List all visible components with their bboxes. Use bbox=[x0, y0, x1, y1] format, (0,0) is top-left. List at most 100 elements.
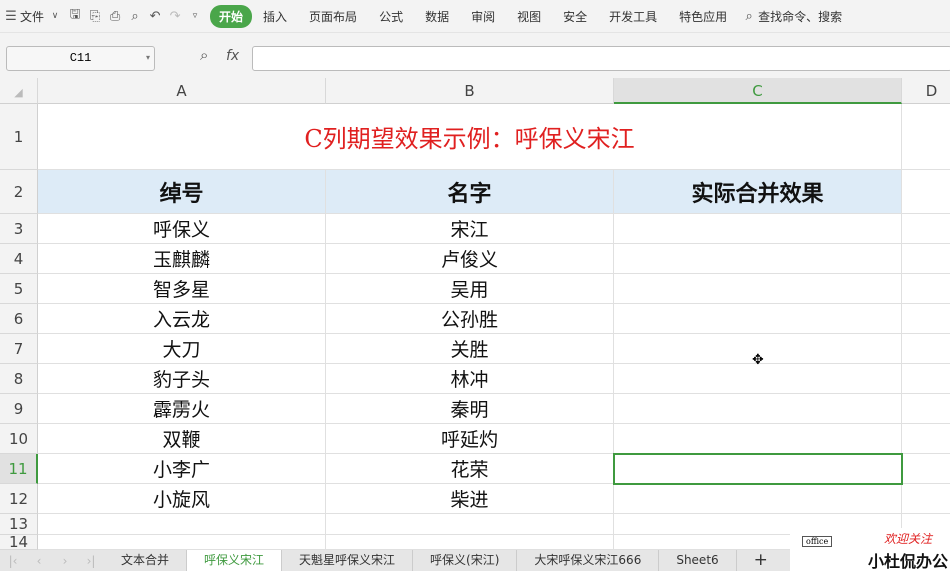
cell[interactable] bbox=[902, 304, 950, 334]
nickname-cell[interactable] bbox=[38, 514, 326, 535]
name-cell[interactable]: 花荣 bbox=[326, 454, 614, 484]
row-header[interactable]: 5 bbox=[0, 274, 38, 304]
name-cell[interactable]: 公孙胜 bbox=[326, 304, 614, 334]
chevron-down-icon[interactable]: ▾ bbox=[146, 47, 150, 70]
export-icon[interactable]: ⎘ bbox=[86, 9, 104, 24]
header-cell[interactable]: 实际合并效果 bbox=[614, 170, 902, 214]
name-box[interactable]: C11 ▾ bbox=[6, 46, 155, 71]
cell[interactable] bbox=[902, 454, 950, 484]
name-cell[interactable]: 秦明 bbox=[326, 394, 614, 424]
zoom-icon[interactable]: ⌕ bbox=[200, 46, 208, 64]
menu-icon[interactable]: ☰ bbox=[2, 9, 20, 24]
tab-formulas[interactable]: 公式 bbox=[368, 8, 414, 25]
tab-start[interactable]: 开始 bbox=[210, 4, 253, 28]
tab-data[interactable]: 数据 bbox=[414, 8, 460, 25]
name-cell[interactable]: 吴用 bbox=[326, 274, 614, 304]
row-header[interactable]: 14 bbox=[0, 533, 38, 551]
cell[interactable] bbox=[902, 334, 950, 364]
sheet-tab[interactable]: 呼保义(宋江) bbox=[413, 550, 518, 571]
nickname-cell[interactable]: 呼保义 bbox=[38, 214, 326, 244]
name-cell[interactable]: 呼延灼 bbox=[326, 424, 614, 454]
row-header[interactable]: 12 bbox=[0, 484, 38, 514]
selected-cell-c11[interactable] bbox=[613, 453, 903, 485]
tab-developer[interactable]: 开发工具 bbox=[598, 8, 668, 25]
formula-input[interactable] bbox=[252, 46, 950, 71]
tab-security[interactable]: 安全 bbox=[552, 8, 598, 25]
print-preview-icon[interactable]: ⌕ bbox=[126, 9, 144, 24]
cell[interactable] bbox=[614, 394, 902, 424]
tab-insert[interactable]: 插入 bbox=[252, 8, 298, 25]
nickname-cell[interactable]: 双鞭 bbox=[38, 424, 326, 454]
name-cell[interactable]: 林冲 bbox=[326, 364, 614, 394]
sheet-tab[interactable]: 文本合并 bbox=[104, 550, 188, 571]
row-header[interactable]: 4 bbox=[0, 244, 38, 274]
undo-icon[interactable]: ↶ bbox=[146, 9, 164, 24]
first-sheet-icon[interactable]: |‹ bbox=[0, 554, 26, 568]
cell[interactable] bbox=[902, 394, 950, 424]
cell[interactable] bbox=[614, 214, 902, 244]
cell[interactable] bbox=[614, 244, 902, 274]
row-header[interactable]: 8 bbox=[0, 364, 38, 394]
sheet-tab[interactable]: Sheet6 bbox=[659, 550, 737, 571]
nickname-cell[interactable]: 智多星 bbox=[38, 274, 326, 304]
print-icon[interactable]: ⎙ bbox=[106, 9, 124, 24]
sheet-tab[interactable]: 天魁星呼保义宋江 bbox=[282, 550, 414, 571]
select-all-corner[interactable]: ◢ bbox=[0, 78, 38, 104]
row-header[interactable]: 11 bbox=[0, 454, 38, 484]
save-icon[interactable]: 🖫 bbox=[66, 5, 84, 27]
name-cell[interactable] bbox=[326, 514, 614, 535]
column-header-a[interactable]: A bbox=[38, 78, 326, 104]
search-icon[interactable]: ⌕ bbox=[740, 9, 758, 24]
title-cell[interactable]: C列期望效果示例：呼保义宋江 bbox=[38, 104, 902, 170]
more-icon[interactable]: ▿ bbox=[186, 11, 204, 21]
cell[interactable] bbox=[902, 170, 950, 214]
file-menu[interactable]: 文件 bbox=[20, 8, 44, 25]
name-cell[interactable]: 宋江 bbox=[326, 214, 614, 244]
nickname-cell[interactable]: 大刀 bbox=[38, 334, 326, 364]
row-header[interactable]: 13 bbox=[0, 514, 38, 535]
cell[interactable] bbox=[902, 484, 950, 514]
cell[interactable] bbox=[614, 424, 902, 454]
last-sheet-icon[interactable]: ›| bbox=[78, 554, 104, 568]
cell[interactable] bbox=[614, 364, 902, 394]
name-cell[interactable]: 柴进 bbox=[326, 484, 614, 514]
chevron-down-icon[interactable]: ∨ bbox=[46, 11, 64, 21]
redo-icon[interactable]: ↷ bbox=[166, 9, 184, 24]
cell[interactable] bbox=[902, 244, 950, 274]
column-header-d[interactable]: D bbox=[902, 78, 950, 104]
cell[interactable] bbox=[902, 424, 950, 454]
nickname-cell[interactable]: 小李广 bbox=[38, 454, 326, 484]
fx-label[interactable]: fx bbox=[226, 48, 239, 64]
add-sheet-icon[interactable]: + bbox=[737, 550, 785, 571]
sheet-tab-active[interactable]: 呼保义宋江 bbox=[187, 550, 283, 571]
row-header[interactable]: 2 bbox=[0, 170, 38, 214]
sheet-tab[interactable]: 大宋呼保义宋江666 bbox=[517, 550, 660, 571]
column-header-b[interactable]: B bbox=[326, 78, 614, 104]
cell[interactable] bbox=[902, 104, 950, 170]
name-cell[interactable]: 关胜 bbox=[326, 334, 614, 364]
cell[interactable] bbox=[614, 274, 902, 304]
tab-review[interactable]: 审阅 bbox=[460, 8, 506, 25]
header-cell[interactable]: 绰号 bbox=[38, 170, 326, 214]
cell[interactable] bbox=[614, 484, 902, 514]
name-cell[interactable] bbox=[326, 535, 614, 550]
nickname-cell[interactable]: 豹子头 bbox=[38, 364, 326, 394]
name-cell[interactable]: 卢俊义 bbox=[326, 244, 614, 274]
search-command[interactable]: 查找命令、搜索 bbox=[758, 8, 842, 25]
cell[interactable] bbox=[614, 304, 902, 334]
tab-page-layout[interactable]: 页面布局 bbox=[298, 8, 368, 25]
row-header[interactable]: 1 bbox=[0, 104, 38, 170]
row-header[interactable]: 10 bbox=[0, 424, 38, 454]
nickname-cell[interactable]: 霹雳火 bbox=[38, 394, 326, 424]
row-header[interactable]: 9 bbox=[0, 394, 38, 424]
row-header[interactable]: 3 bbox=[0, 214, 38, 244]
tab-features[interactable]: 特色应用 bbox=[668, 8, 738, 25]
nickname-cell[interactable] bbox=[38, 535, 326, 550]
cell[interactable] bbox=[902, 214, 950, 244]
cell[interactable] bbox=[902, 364, 950, 394]
row-header[interactable]: 7 bbox=[0, 334, 38, 364]
nickname-cell[interactable]: 小旋风 bbox=[38, 484, 326, 514]
nickname-cell[interactable]: 玉麒麟 bbox=[38, 244, 326, 274]
header-cell[interactable]: 名字 bbox=[326, 170, 614, 214]
cell[interactable] bbox=[902, 274, 950, 304]
